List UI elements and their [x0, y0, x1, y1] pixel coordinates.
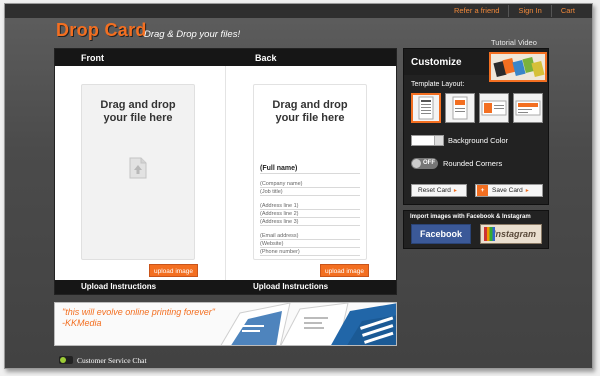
import-panel: Import images with Facebook & Instagram …: [403, 210, 549, 249]
background-color-label: Background Color: [448, 136, 509, 145]
logo[interactable]: Drop Card: [56, 20, 147, 41]
promo-quote-text: "this will evolve online printing foreve…: [62, 307, 215, 317]
template-landscape-top-icon: [515, 100, 541, 116]
save-card-button[interactable]: + Save Card ▸: [475, 184, 543, 197]
front-upload-button[interactable]: upload image: [149, 264, 199, 277]
company-field[interactable]: (Company name): [260, 180, 360, 188]
promo-author: -KKMedia: [62, 318, 102, 328]
template-landscape-left-icon: [481, 100, 507, 116]
facebook-import-button[interactable]: Facebook: [411, 224, 471, 244]
back-upload-button[interactable]: upload image: [320, 264, 370, 277]
card-header: Front Back: [55, 49, 396, 66]
refer-friend-link[interactable]: Refer a friend: [445, 5, 508, 17]
template-portrait-accent[interactable]: [445, 93, 475, 123]
toggle-state: OFF: [423, 160, 435, 166]
back-upload-instructions[interactable]: Upload Instructions: [253, 282, 328, 291]
arrow-right-icon: ▸: [525, 187, 529, 194]
promo-quote: "this will evolve online printing foreve…: [62, 307, 215, 329]
reset-card-button[interactable]: Reset Card ▸: [411, 184, 467, 197]
phone-field[interactable]: (Phone number): [260, 248, 360, 256]
top-bar: Refer a friend Sign In Cart: [5, 4, 592, 18]
file-upload-icon: [129, 157, 147, 179]
chat-label: Customer Service Chat: [77, 355, 147, 365]
plus-icon: +: [477, 185, 488, 196]
import-title: Import images with Facebook & Instagram: [410, 214, 531, 220]
address-line3-field[interactable]: (Address line 3): [260, 218, 360, 226]
front-drop-line1: Drag and drop: [100, 99, 176, 111]
website-field[interactable]: (Website): [260, 240, 360, 248]
customize-panel: Customize Template Layout: Background Co…: [403, 48, 549, 205]
tagline: Drag & Drop your files!: [144, 29, 241, 40]
background-color-row: Background Color: [411, 135, 508, 146]
sample-cards-image: [220, 303, 396, 345]
template-portrait-icon: [418, 96, 434, 120]
save-card-label: Save Card: [492, 186, 523, 194]
address-line1-field[interactable]: (Address line 1): [260, 202, 360, 210]
template-landscape-top[interactable]: [513, 93, 543, 123]
back-drop-zone[interactable]: Drag and drop your file here (Full name)…: [253, 84, 367, 260]
card-editor: Front Back Drag and drop your file here …: [54, 48, 397, 295]
template-accent-icon: [452, 96, 468, 120]
rounded-corners-row: OFF Rounded Corners: [411, 158, 502, 169]
tutorial-video-thumbnail[interactable]: [489, 52, 547, 82]
back-text-fields: (Full name) (Company name) (Job title) (…: [260, 163, 360, 256]
front-drop-zone[interactable]: Drag and drop your file here: [81, 84, 195, 260]
reset-card-label: Reset Card: [418, 186, 451, 194]
front-upload-instructions[interactable]: Upload Instructions: [81, 282, 156, 291]
template-landscape-left[interactable]: [479, 93, 509, 123]
rounded-corners-label: Rounded Corners: [443, 159, 503, 168]
customize-title: Customize: [411, 57, 462, 68]
customer-service-chat[interactable]: Customer Service Chat: [59, 353, 147, 367]
instagram-import-button[interactable]: Instagram: [480, 224, 542, 244]
job-title-field[interactable]: (Job title): [260, 188, 360, 196]
back-drop-text: Drag and drop your file here: [254, 99, 366, 125]
rounded-corners-toggle[interactable]: OFF: [411, 158, 438, 169]
cart-link[interactable]: Cart: [550, 5, 584, 17]
back-label: Back: [255, 53, 277, 63]
back-drop-line2: your file here: [275, 112, 345, 124]
address-line2-field[interactable]: (Address line 2): [260, 210, 360, 218]
template-layout-label: Template Layout:: [411, 81, 465, 88]
promo-banner[interactable]: "this will evolve online printing foreve…: [54, 302, 397, 346]
video-thumbnail-icon: [491, 54, 545, 80]
app-window: Refer a friend Sign In Cart Drop Card Dr…: [4, 3, 593, 369]
full-name-field[interactable]: (Full name): [260, 163, 360, 174]
sign-in-link[interactable]: Sign In: [508, 5, 550, 17]
arrow-right-icon: ▸: [453, 187, 457, 194]
back-drop-line1: Drag and drop: [272, 99, 348, 111]
template-portrait-lines[interactable]: [411, 93, 441, 123]
card-divider: [225, 66, 226, 282]
top-links: Refer a friend Sign In Cart: [445, 5, 584, 17]
card-footer: Upload Instructions Upload Instructions: [55, 280, 396, 294]
front-label: Front: [81, 53, 104, 63]
chat-status-icon: [59, 356, 73, 364]
front-drop-line2: your file here: [103, 112, 173, 124]
front-drop-text: Drag and drop your file here: [82, 99, 194, 125]
email-field[interactable]: (Email address): [260, 232, 360, 240]
background-color-picker[interactable]: [411, 135, 444, 146]
tutorial-video-link[interactable]: Tutorial Video: [491, 38, 537, 47]
